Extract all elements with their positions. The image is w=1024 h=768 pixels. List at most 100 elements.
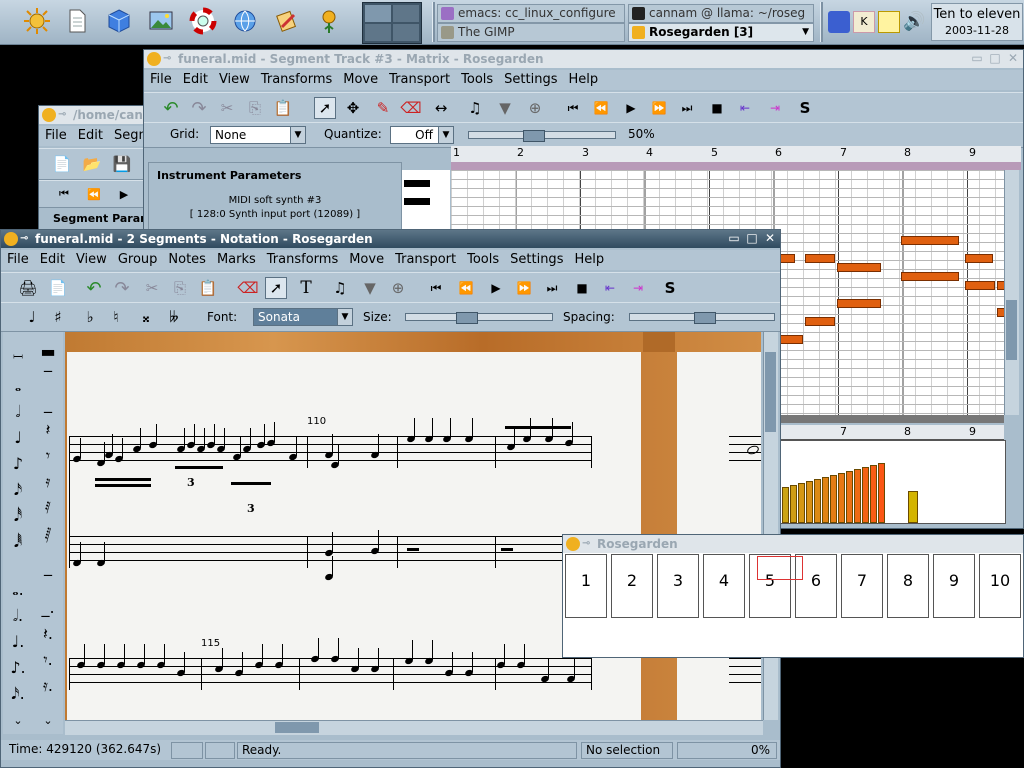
rewind-start-icon[interactable]: ⏮ [53,183,75,205]
desktop-3[interactable] [365,24,391,41]
new-document-icon[interactable]: 📄 [51,153,73,175]
velocity-bar[interactable] [854,469,861,523]
cut-icon[interactable]: ✂ [141,277,163,299]
matrix-vertical-scrollbar[interactable] [1004,170,1019,415]
solo-icon[interactable]: S [659,277,681,299]
stop-icon[interactable]: ■ [706,97,728,119]
maximize-icon[interactable]: □ [989,52,1001,64]
velocity-bar[interactable] [908,491,918,523]
print-icon[interactable]: 🖨 [17,277,39,299]
natural-note-icon[interactable]: ♩ [21,306,43,328]
dotted-sixteenth-note-icon[interactable]: 𝅘𝅥𝅯. [7,684,29,704]
grid-select[interactable]: None ▼ [210,126,306,144]
open-folder-icon[interactable]: 📂 [81,153,103,175]
rewind-icon[interactable]: ⏪ [83,183,105,205]
rewind-icon[interactable]: ⏪ [455,277,477,299]
save-icon[interactable]: 💾 [111,153,133,175]
flat-note-icon[interactable]: ♭ [79,306,101,328]
note-event[interactable] [837,263,881,272]
menu-move[interactable]: Move [343,70,378,90]
dotted-eighth-note-icon[interactable]: ♪. [7,658,29,677]
double-sharp-icon[interactable]: 𝄪 [135,306,157,328]
loop-start-icon[interactable]: ⇤ [734,97,756,119]
pencil-icon[interactable] [270,4,304,38]
loop-end-icon[interactable]: ⇥ [627,277,649,299]
dotted-whole-note-icon[interactable]: 𝅝. [7,580,29,600]
desktop-pager[interactable] [362,2,422,44]
notation-vertical-scrollbar[interactable] [763,332,778,720]
menu-file[interactable]: File [45,126,67,146]
menu-help[interactable]: Help [574,250,604,270]
paste-icon[interactable]: 📋 [197,277,219,299]
play-icon[interactable]: ▶ [113,183,135,205]
note-event[interactable] [965,254,993,263]
eighth-note-icon[interactable]: ♪ [7,454,29,473]
pin-icon[interactable]: ⊸ [582,538,594,550]
task-rosegarden[interactable]: Rosegarden [3] ▼ [628,23,814,42]
spacing-slider[interactable] [629,312,775,324]
text-tool-icon[interactable]: T [295,277,317,299]
task-gimp[interactable]: The GIMP [437,23,625,42]
dotted-quarter-note-icon[interactable]: ♩. [7,632,29,651]
rewind-start-icon[interactable]: ⏮ [562,97,584,119]
track-button[interactable]: 7 [841,554,883,618]
notation-horizontal-scrollbar[interactable] [65,720,763,735]
image-viewer-icon[interactable] [144,4,178,38]
desktop-2[interactable] [393,5,419,22]
velocity-bar[interactable] [838,473,845,523]
menu-settings[interactable]: Settings [504,70,557,90]
velocity-bar[interactable] [798,483,805,523]
select-pointer-icon[interactable]: ➚ [265,277,287,299]
quarter-note-icon[interactable]: ♩ [7,428,29,447]
background-window[interactable]: ⊸ /home/can File Edit Segme 📄 📂 💾 ⏮ ⏪ ▶ … [38,105,159,235]
menu-tools[interactable]: Tools [461,70,493,90]
home-cube-icon[interactable] [102,4,136,38]
note-event[interactable] [805,254,835,263]
note-event[interactable] [805,317,835,326]
dotted-eighth-rest-icon[interactable]: 𝄾. [37,650,59,670]
draw-pencil-icon[interactable]: ✎ [372,97,394,119]
fast-forward-end-icon[interactable]: ⏭ [676,97,698,119]
fast-forward-icon[interactable]: ⏩ [513,277,535,299]
redo-icon[interactable]: ↷ [188,97,210,119]
stop-icon[interactable]: ■ [571,277,593,299]
dotted-sixteenth-rest-icon[interactable]: 𝄿. [37,676,59,696]
speaker-icon[interactable]: 🔊 [903,11,925,33]
size-slider[interactable] [405,312,553,324]
quarter-rest-icon[interactable]: 𝄽 [37,420,59,440]
menu-move[interactable]: Move [349,250,384,270]
pin-icon[interactable]: ⊸ [20,233,32,245]
velocity-bar[interactable] [822,477,829,523]
undo-icon[interactable]: ↶ [160,97,182,119]
notation-window[interactable]: ⊸ funeral.mid - 2 Segments - Notation - … [0,229,781,768]
notes-icon[interactable] [878,11,900,33]
cut-icon[interactable]: ✂ [216,97,238,119]
double-flat-icon[interactable]: 𝄫 [163,306,185,328]
fast-forward-end-icon[interactable]: ⏭ [541,277,563,299]
thirty-second-rest-icon[interactable]: 𝅀 [37,498,59,518]
note-event[interactable] [901,272,959,281]
track-window[interactable]: ⊸ Rosegarden 1 2 3 4 5 6 7 8 9 10 [562,534,1024,658]
natural-accidental-icon[interactable]: ♮ [105,306,127,328]
titlebar[interactable]: ⊸ Rosegarden [563,535,1023,553]
solo-icon[interactable]: S [794,97,816,119]
close-icon[interactable]: ✕ [764,232,776,244]
multi-rest-icon[interactable]: 𝄩 [7,350,29,365]
track-button[interactable]: 9 [933,554,975,618]
loop-start-icon[interactable]: ⇤ [599,277,621,299]
menu-edit[interactable]: Edit [183,70,208,90]
menu-tools[interactable]: Tools [467,250,499,270]
minimize-icon[interactable]: ▭ [971,52,983,64]
close-icon[interactable]: ✕ [1007,52,1019,64]
rewind-start-icon[interactable]: ⏮ [425,277,447,299]
sixteenth-note-icon[interactable]: 𝅘𝅥𝅯 [7,480,29,500]
erase-icon[interactable]: ⌫ [237,277,259,299]
menu-edit[interactable]: Edit [40,250,65,270]
velocity-bar[interactable] [862,467,869,523]
erase-icon[interactable]: ⌫ [400,97,422,119]
copy-icon[interactable]: ⎘ [244,97,266,119]
web-browser-icon[interactable] [228,4,262,38]
menu-settings[interactable]: Settings [510,250,563,270]
scroll-down-icon[interactable]: ⌄ [37,714,59,727]
velocity-bar[interactable] [846,471,853,523]
